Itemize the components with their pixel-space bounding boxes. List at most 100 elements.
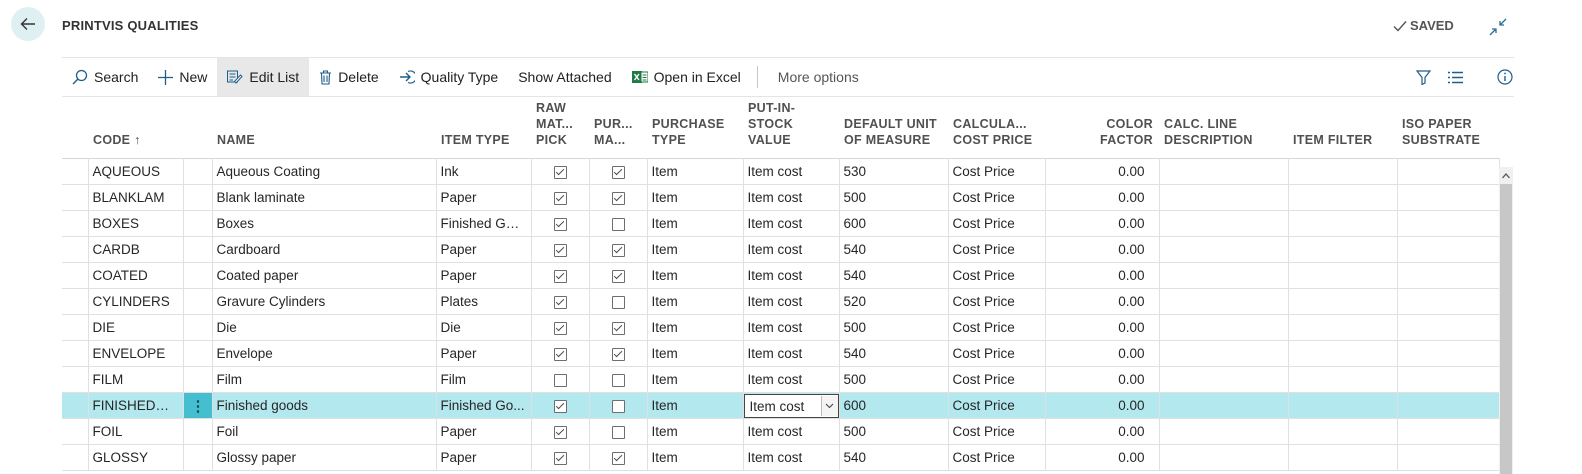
row-menu-icon[interactable]: ⋮ bbox=[183, 393, 211, 418]
header-pur-ma[interactable]: PUR... MA... bbox=[589, 100, 647, 159]
iso-paper-cell[interactable] bbox=[1397, 158, 1500, 185]
purchase-type-cell[interactable]: Item bbox=[647, 314, 744, 341]
put-in-stock-cell[interactable]: Item cost bbox=[743, 392, 840, 419]
pur-ma-checkbox[interactable] bbox=[611, 191, 625, 205]
calc-cost-price-cell[interactable]: Cost Price bbox=[948, 262, 1046, 289]
table-row[interactable]: FILM Film Film Item Item cost 500 Cost Price 0.… bbox=[62, 366, 1500, 393]
quality-type-button[interactable]: Quality Type bbox=[389, 58, 509, 96]
name-cell[interactable]: Aqueous Coating bbox=[212, 158, 437, 185]
item-type-cell[interactable]: Plates bbox=[436, 288, 532, 315]
calc-line-desc-cell[interactable] bbox=[1159, 418, 1289, 445]
item-filter-cell[interactable] bbox=[1288, 158, 1398, 185]
scroll-up-icon[interactable] bbox=[1501, 171, 1511, 181]
raw-mat-pick-cell[interactable] bbox=[531, 262, 590, 289]
row-action-cell[interactable] bbox=[183, 340, 213, 367]
pur-ma-checkbox[interactable] bbox=[611, 321, 625, 335]
calc-cost-price-cell[interactable]: Cost Price bbox=[948, 288, 1046, 315]
item-filter-cell[interactable] bbox=[1288, 314, 1398, 341]
put-in-stock-cell[interactable]: Item cost bbox=[743, 262, 840, 289]
row-action-cell[interactable] bbox=[183, 444, 213, 471]
name-cell[interactable]: Coated paper bbox=[212, 262, 437, 289]
delete-button[interactable]: Delete bbox=[309, 58, 388, 96]
name-cell[interactable]: Finished goods bbox=[212, 392, 437, 419]
row-action-cell[interactable]: ⋮ bbox=[183, 392, 213, 419]
pur-ma-checkbox[interactable] bbox=[611, 295, 625, 309]
iso-paper-cell[interactable] bbox=[1397, 236, 1500, 263]
calc-line-desc-cell[interactable] bbox=[1159, 288, 1289, 315]
default-uom-cell[interactable]: 540 bbox=[839, 444, 949, 471]
item-filter-cell[interactable] bbox=[1288, 444, 1398, 471]
calc-cost-price-cell[interactable]: Cost Price bbox=[948, 314, 1046, 341]
put-in-stock-cell[interactable]: Item cost bbox=[743, 236, 840, 263]
purchase-type-cell[interactable]: Item bbox=[647, 366, 744, 393]
raw-mat-pick-checkbox[interactable] bbox=[553, 321, 567, 335]
iso-paper-cell[interactable] bbox=[1397, 444, 1500, 471]
row-action-cell[interactable] bbox=[183, 158, 213, 185]
name-cell[interactable]: Die bbox=[212, 314, 437, 341]
purchase-type-cell[interactable]: Item bbox=[647, 392, 744, 419]
color-factor-cell[interactable]: 0.00 bbox=[1045, 392, 1160, 419]
raw-mat-pick-cell[interactable] bbox=[531, 392, 590, 419]
raw-mat-pick-cell[interactable] bbox=[531, 288, 590, 315]
iso-paper-cell[interactable] bbox=[1397, 314, 1500, 341]
purchase-type-cell[interactable]: Item bbox=[647, 158, 744, 185]
pur-ma-cell[interactable] bbox=[589, 236, 648, 263]
item-filter-cell[interactable] bbox=[1288, 366, 1398, 393]
default-uom-cell[interactable]: 600 bbox=[839, 392, 949, 419]
pur-ma-cell[interactable] bbox=[589, 184, 648, 211]
purchase-type-cell[interactable]: Item bbox=[647, 184, 744, 211]
more-options-button[interactable]: More options bbox=[772, 69, 865, 85]
raw-mat-pick-checkbox[interactable] bbox=[553, 347, 567, 361]
row-action-cell[interactable] bbox=[183, 314, 213, 341]
iso-paper-cell[interactable] bbox=[1397, 340, 1500, 367]
name-cell[interactable]: Foil bbox=[212, 418, 437, 445]
pur-ma-checkbox[interactable] bbox=[611, 269, 625, 283]
table-row[interactable]: AQUEOUS Aqueous Coating Ink Item Item cost 53… bbox=[62, 158, 1500, 185]
name-cell[interactable]: Film bbox=[212, 366, 437, 393]
pur-ma-cell[interactable] bbox=[589, 340, 648, 367]
code-cell[interactable]: BLANKLAM bbox=[88, 184, 184, 211]
list-view-button[interactable] bbox=[1446, 68, 1464, 86]
iso-paper-cell[interactable] bbox=[1397, 366, 1500, 393]
edit-list-button[interactable]: Edit List bbox=[217, 58, 310, 96]
raw-mat-pick-checkbox[interactable] bbox=[553, 191, 567, 205]
raw-mat-pick-cell[interactable] bbox=[531, 366, 590, 393]
purchase-type-cell[interactable]: Item bbox=[647, 418, 744, 445]
name-cell[interactable]: Glossy paper bbox=[212, 444, 437, 471]
header-raw-mat-pick[interactable]: RAW MAT... PICK bbox=[531, 100, 589, 159]
table-row[interactable]: BOXES Boxes Finished Good Item Item cost 600 C… bbox=[62, 210, 1500, 237]
raw-mat-pick-cell[interactable] bbox=[531, 418, 590, 445]
name-cell[interactable]: Gravure Cylinders bbox=[212, 288, 437, 315]
put-in-stock-cell[interactable]: Item cost bbox=[743, 444, 840, 471]
code-cell[interactable]: CARDB bbox=[88, 236, 184, 263]
pur-ma-cell[interactable] bbox=[589, 314, 648, 341]
search-button[interactable]: Search bbox=[62, 58, 148, 96]
pur-ma-cell[interactable] bbox=[589, 418, 648, 445]
raw-mat-pick-checkbox[interactable] bbox=[553, 425, 567, 439]
iso-paper-cell[interactable] bbox=[1397, 288, 1500, 315]
header-code[interactable]: CODE ↑ bbox=[88, 100, 183, 159]
color-factor-cell[interactable]: 0.00 bbox=[1045, 158, 1160, 185]
calc-cost-price-cell[interactable]: Cost Price bbox=[948, 236, 1046, 263]
item-type-cell[interactable]: Finished Good bbox=[436, 210, 532, 237]
calc-line-desc-cell[interactable] bbox=[1159, 314, 1289, 341]
table-row[interactable]: DIE Die Die Item Item cost 500 Cost Price 0.00 bbox=[62, 314, 1500, 341]
header-item-filter[interactable]: ITEM FILTER bbox=[1288, 100, 1397, 159]
code-cell[interactable]: FOIL bbox=[88, 418, 184, 445]
pur-ma-cell[interactable] bbox=[589, 392, 648, 419]
pur-ma-cell[interactable] bbox=[589, 158, 648, 185]
calc-line-desc-cell[interactable] bbox=[1159, 262, 1289, 289]
put-in-stock-cell[interactable]: Item cost bbox=[743, 210, 840, 237]
calc-line-desc-cell[interactable] bbox=[1159, 340, 1289, 367]
code-cell[interactable]: CYLINDERS bbox=[88, 288, 184, 315]
code-cell[interactable]: ENVELOPE bbox=[88, 340, 184, 367]
pur-ma-checkbox[interactable] bbox=[611, 165, 625, 179]
pur-ma-cell[interactable] bbox=[589, 262, 648, 289]
pur-ma-checkbox[interactable] bbox=[611, 425, 625, 439]
default-uom-cell[interactable]: 540 bbox=[839, 340, 949, 367]
row-action-cell[interactable] bbox=[183, 184, 213, 211]
header-purchase-type[interactable]: PURCHASE TYPE bbox=[647, 100, 743, 159]
table-row[interactable]: FINISHEDGO... ⋮ Finished goods Finished Go.… bbox=[62, 392, 1500, 419]
row-action-cell[interactable] bbox=[183, 262, 213, 289]
calc-line-desc-cell[interactable] bbox=[1159, 444, 1289, 471]
